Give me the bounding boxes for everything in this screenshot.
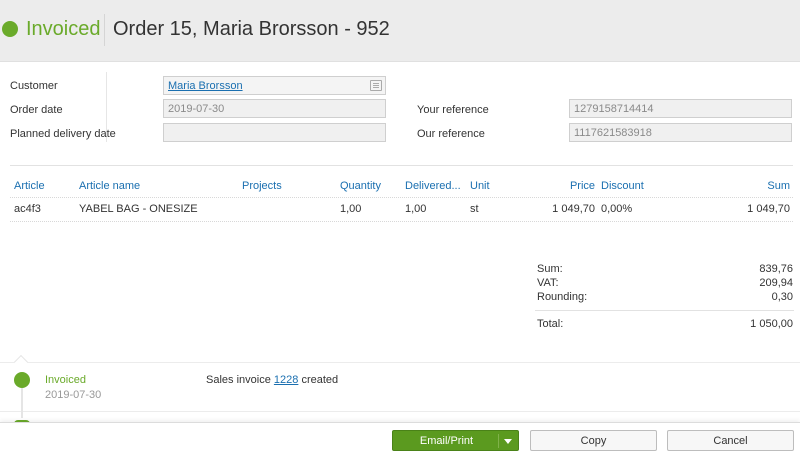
column-header-sum[interactable]: Sum bbox=[720, 180, 790, 192]
rounding-label: Rounding: bbox=[537, 291, 588, 303]
cell-discount[interactable]: 0,00% bbox=[601, 203, 632, 215]
email-print-label[interactable]: Email/Print bbox=[393, 435, 500, 447]
table-row-divider bbox=[10, 221, 793, 222]
email-print-button[interactable]: Email/Print bbox=[392, 430, 519, 451]
customer-lookup-icon[interactable] bbox=[370, 80, 382, 91]
timeline-message-prefix: Sales invoice bbox=[206, 374, 271, 386]
column-header-quantity[interactable]: Quantity bbox=[340, 180, 381, 192]
our-reference-field[interactable]: 1117621583918 bbox=[569, 123, 792, 142]
email-print-split-divider bbox=[498, 434, 499, 448]
chevron-down-icon[interactable] bbox=[504, 439, 512, 444]
page-header: Invoiced Order 15, Maria Brorsson - 952 bbox=[0, 0, 800, 62]
order-date-field[interactable]: 2019-07-30 bbox=[163, 99, 386, 118]
order-status: Invoiced bbox=[26, 18, 101, 40]
order-date-label: Order date bbox=[10, 104, 63, 116]
your-reference-label: Your reference bbox=[417, 104, 489, 116]
column-header-article[interactable]: Article bbox=[14, 180, 45, 192]
section-divider bbox=[10, 165, 793, 166]
header-divider bbox=[104, 14, 105, 46]
cell-unit[interactable]: st bbox=[470, 203, 479, 215]
timeline-connector bbox=[21, 388, 23, 418]
planned-delivery-date-field[interactable] bbox=[163, 123, 386, 142]
column-header-price[interactable]: Price bbox=[530, 180, 595, 192]
customer-label: Customer bbox=[10, 80, 58, 92]
table-header-divider bbox=[10, 197, 793, 198]
timeline-status: Invoiced bbox=[45, 374, 86, 386]
rounding-value: 0,30 bbox=[771, 291, 793, 303]
timeline-status-icon bbox=[14, 372, 30, 388]
total-value: 1 050,00 bbox=[750, 318, 793, 330]
sum-value: 839,76 bbox=[759, 263, 793, 275]
customer-field[interactable]: Maria Brorsson bbox=[163, 76, 386, 95]
timeline-message-suffix: created bbox=[301, 374, 339, 386]
your-reference-field[interactable]: 1279158714414 bbox=[569, 99, 792, 118]
column-header-unit[interactable]: Unit bbox=[470, 180, 490, 192]
status-indicator-icon bbox=[2, 21, 18, 37]
timeline-message: Sales invoice 1228 created bbox=[206, 374, 338, 386]
cell-price[interactable]: 1 049,70 bbox=[530, 203, 595, 215]
vat-value: 209,94 bbox=[759, 277, 793, 289]
cell-quantity[interactable]: 1,00 bbox=[340, 203, 361, 215]
sum-label: Sum: bbox=[537, 263, 563, 275]
copy-button[interactable]: Copy bbox=[530, 430, 657, 451]
our-reference-label: Our reference bbox=[417, 128, 485, 140]
total-label: Total: bbox=[537, 318, 564, 330]
column-header-discount[interactable]: Discount bbox=[601, 180, 644, 192]
column-header-delivered[interactable]: Delivered... bbox=[405, 180, 461, 192]
column-header-projects[interactable]: Projects bbox=[242, 180, 282, 192]
cell-article-name[interactable]: YABEL BAG - ONESIZE bbox=[79, 203, 198, 215]
cancel-button[interactable]: Cancel bbox=[667, 430, 794, 451]
page-title: Order 15, Maria Brorsson - 952 bbox=[113, 18, 390, 40]
vat-label: VAT: bbox=[537, 277, 559, 289]
timeline-entry bbox=[0, 362, 800, 412]
cell-sum[interactable]: 1 049,70 bbox=[720, 203, 790, 215]
timeline-date: 2019-07-30 bbox=[45, 389, 102, 401]
planned-delivery-date-label: Planned delivery date bbox=[10, 128, 116, 140]
customer-link[interactable]: Maria Brorsson bbox=[168, 80, 243, 92]
invoice-number-link[interactable]: 1228 bbox=[274, 374, 298, 386]
cell-delivered[interactable]: 1,00 bbox=[405, 203, 426, 215]
column-header-article-name[interactable]: Article name bbox=[79, 180, 140, 192]
totals-divider bbox=[535, 310, 794, 311]
cell-article[interactable]: ac4f3 bbox=[14, 203, 41, 215]
